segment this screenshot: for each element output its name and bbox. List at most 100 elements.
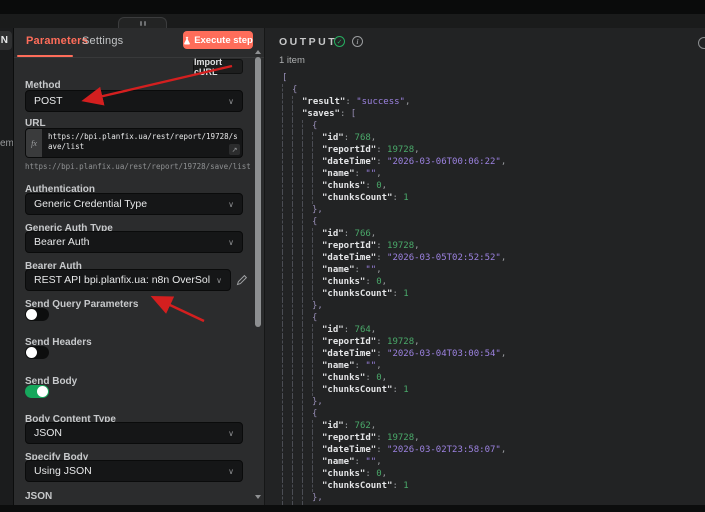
- send-headers-toggle[interactable]: [25, 346, 49, 359]
- import-curl-button[interactable]: Import cURL: [193, 59, 243, 74]
- indent-guide: [302, 384, 312, 396]
- json-token: :: [376, 348, 387, 360]
- chevron-down-icon: ∨: [216, 276, 222, 285]
- url-value[interactable]: https://bpi.planfix.ua/rest/report/19728…: [42, 129, 242, 157]
- indent-guide: [292, 324, 302, 336]
- json-token: 1: [403, 192, 408, 204]
- json-token: {: [312, 408, 317, 420]
- json-line: "id": 764,: [282, 324, 705, 336]
- indent-guide: [282, 456, 292, 468]
- specify-body-select[interactable]: Using JSON ∨: [25, 460, 243, 482]
- info-glyph: i: [357, 38, 359, 46]
- scrollbar-up-arrow[interactable]: [255, 50, 261, 54]
- indent-guide: [312, 336, 322, 348]
- json-line: {: [282, 408, 705, 420]
- json-line: {: [282, 84, 705, 96]
- json-token: 19728: [387, 144, 414, 156]
- output-title: OUTPUT: [279, 36, 337, 48]
- scrollbar-down-arrow[interactable]: [255, 495, 261, 499]
- json-token: 19728: [387, 432, 414, 444]
- json-token: 766: [355, 228, 371, 240]
- execute-step-button[interactable]: Execute step: [183, 31, 253, 49]
- indent-guide: [302, 360, 312, 372]
- json-token: "2026-03-06T00:06:22": [387, 156, 501, 168]
- json-token: ,: [376, 264, 381, 276]
- expand-editor-icon[interactable]: ↗: [229, 144, 240, 155]
- scrollbar-thumb[interactable]: [255, 57, 261, 327]
- json-token: "success": [356, 96, 405, 108]
- json-token: ,: [371, 228, 376, 240]
- json-token: ,: [405, 96, 410, 108]
- json-token: :: [365, 372, 376, 384]
- json-token: "result": [302, 96, 345, 108]
- indent-guide: [312, 480, 322, 492]
- json-token: "reportId": [322, 432, 376, 444]
- json-token: :: [344, 324, 355, 336]
- indent-guide: [282, 156, 292, 168]
- indent-guide: [312, 240, 322, 252]
- json-line: "id": 762,: [282, 420, 705, 432]
- indent-guide: [292, 504, 302, 505]
- input-view-toggle-fragment[interactable]: N: [0, 31, 12, 50]
- indent-guide: [312, 360, 322, 372]
- indent-guide: [302, 252, 312, 264]
- info-icon[interactable]: i: [352, 36, 363, 47]
- url-input[interactable]: fx https://bpi.planfix.ua/rest/report/19…: [25, 128, 243, 158]
- json-token: ,: [414, 240, 419, 252]
- output-panel: OUTPUT ✓ i 1 item [{"result": "success",…: [264, 28, 705, 505]
- json-token: :: [376, 444, 387, 456]
- json-token: 762: [355, 420, 371, 432]
- indent-guide: [282, 408, 292, 420]
- tab-settings[interactable]: Settings: [82, 35, 123, 47]
- indent-guide: [292, 456, 302, 468]
- json-token: :: [355, 264, 366, 276]
- json-line: "reportId": 19728,: [282, 144, 705, 156]
- json-token: ,: [501, 252, 506, 264]
- generic-auth-type-value: Bearer Auth: [34, 236, 89, 248]
- drag-handle[interactable]: [118, 17, 167, 28]
- json-line: "chunks": 0,: [282, 372, 705, 384]
- json-token: :: [344, 228, 355, 240]
- grip-icon: [144, 21, 146, 26]
- indent-guide: [282, 240, 292, 252]
- json-token: "chunks": [322, 372, 365, 384]
- indent-guide: [302, 408, 312, 420]
- generic-auth-type-select[interactable]: Bearer Auth ∨: [25, 231, 243, 253]
- json-line: {: [282, 120, 705, 132]
- indent-guide: [302, 288, 312, 300]
- url-evaluated-preview: https://bpi.planfix.ua/rest/report/19728…: [25, 162, 251, 171]
- tab-parameters[interactable]: Parameters: [26, 35, 88, 47]
- json-token: :: [355, 168, 366, 180]
- json-token: },: [312, 396, 323, 408]
- json-token: :: [376, 240, 387, 252]
- indent-guide: [292, 96, 302, 108]
- indent-guide: [282, 420, 292, 432]
- indent-guide: [282, 264, 292, 276]
- authentication-select[interactable]: Generic Credential Type ∨: [25, 193, 243, 215]
- indent-guide: [282, 348, 292, 360]
- success-check-icon: ✓: [334, 36, 345, 47]
- indent-guide: [282, 324, 292, 336]
- indent-guide: [282, 228, 292, 240]
- bearer-auth-credential-select[interactable]: REST API bpi.planfix.ua: n8n OverSol ∨: [25, 269, 231, 291]
- body-content-type-select[interactable]: JSON ∨: [25, 422, 243, 444]
- json-line: "saves": [: [282, 108, 705, 120]
- indent-guide: [302, 120, 312, 132]
- indent-guide: [312, 252, 322, 264]
- send-body-toggle[interactable]: [25, 385, 49, 398]
- method-select[interactable]: POST ∨: [25, 90, 243, 112]
- output-json: [{"result": "success","saves": [{"id": 7…: [282, 72, 705, 505]
- json-token: 1: [403, 288, 408, 300]
- edit-credential-pencil-icon[interactable]: [236, 274, 248, 286]
- json-token: ,: [501, 348, 506, 360]
- indent-guide: [292, 180, 302, 192]
- send-query-parameters-toggle[interactable]: [25, 308, 49, 321]
- expression-toggle[interactable]: fx: [26, 129, 42, 157]
- json-token: ,: [371, 324, 376, 336]
- json-token: "chunksCount": [322, 480, 392, 492]
- chevron-down-icon: ∨: [228, 429, 234, 438]
- indent-guide: [302, 228, 312, 240]
- input-items-count-fragment: em: [0, 138, 13, 149]
- check-glyph: ✓: [337, 38, 343, 46]
- panel-settings-icon[interactable]: [698, 37, 705, 49]
